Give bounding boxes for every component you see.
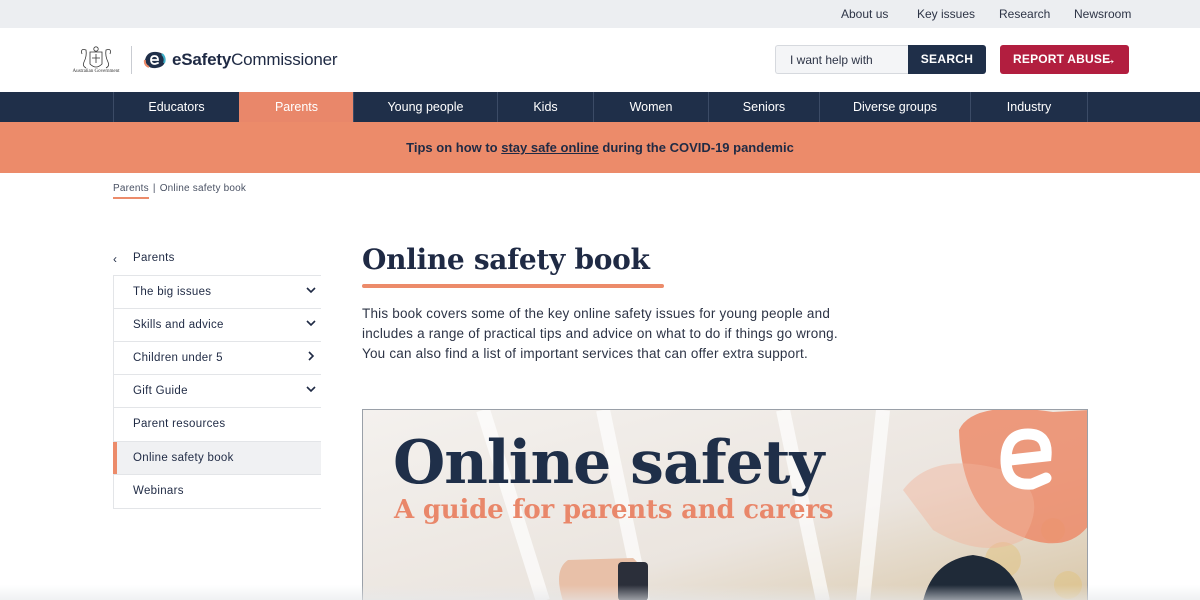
breadcrumb-parents[interactable]: Parents: [113, 183, 149, 199]
side-item-label: Online safety book: [133, 452, 234, 464]
nav-item-parents[interactable]: Parents: [239, 92, 353, 122]
nav-item-seniors[interactable]: Seniors: [708, 92, 819, 122]
side-item-online-safety-book[interactable]: Online safety book: [113, 441, 321, 475]
banner-link[interactable]: stay safe online: [501, 140, 599, 155]
nav-item-industry[interactable]: Industry: [970, 92, 1087, 122]
nav-item-educators[interactable]: Educators: [113, 92, 239, 122]
title-underline: [362, 284, 664, 288]
side-item-children-under-5[interactable]: Children under 5: [113, 341, 321, 374]
search-input[interactable]: I want help with: [775, 45, 909, 74]
page-title: Online safety book: [362, 243, 650, 276]
side-item-label: Children under 5: [133, 352, 223, 364]
main-nav: Educators Parents Young people Kids Wome…: [0, 92, 1200, 122]
nav-item-young-people[interactable]: Young people: [353, 92, 497, 122]
side-menu-back[interactable]: ‹ Parents: [113, 242, 321, 275]
side-menu-divider: [113, 508, 321, 509]
side-item-big-issues[interactable]: The big issues: [113, 275, 321, 308]
nav-divider: [1087, 92, 1088, 122]
chevron-down-icon[interactable]: [305, 317, 317, 329]
report-abuse-button[interactable]: REPORT ABUSE →: [1000, 45, 1129, 74]
side-item-gift-guide[interactable]: Gift Guide: [113, 374, 321, 407]
logo-suffix: Commissioner: [231, 50, 338, 69]
arrow-right-icon: →: [1101, 51, 1117, 68]
nav-item-women[interactable]: Women: [593, 92, 708, 122]
cover-subtitle: A guide for parents and carers: [394, 495, 834, 525]
book-cover-image[interactable]: Online safety A guide for parents and ca…: [362, 409, 1088, 600]
breadcrumb-current: Online safety book: [159, 183, 247, 194]
side-item-label: The big issues: [133, 286, 212, 298]
report-abuse-label: REPORT ABUSE: [1013, 52, 1111, 66]
chevron-left-icon: ‹: [113, 252, 118, 266]
side-item-label: Parent resources: [133, 418, 226, 430]
site-header: Australian Government eSafetyCommissione…: [0, 28, 1200, 92]
utility-link-about[interactable]: About us: [841, 7, 888, 21]
chevron-down-icon[interactable]: [305, 383, 317, 395]
side-item-label: Webinars: [133, 485, 184, 497]
nav-item-diverse-groups[interactable]: Diverse groups: [819, 92, 970, 122]
intro-paragraph: This book covers some of the key online …: [362, 306, 838, 361]
banner-suffix: during the COVID-19 pandemic: [598, 140, 794, 155]
gov-label: Australian Government: [72, 69, 120, 74]
breadcrumb-separator: |: [152, 183, 156, 194]
utility-bar: About us Key issues Research Newsroom: [0, 0, 1200, 28]
esafety-logo-icon[interactable]: [143, 50, 167, 70]
cover-title: Online safety: [393, 428, 824, 498]
side-item-skills-advice[interactable]: Skills and advice: [113, 308, 321, 341]
side-item-label: Gift Guide: [133, 385, 188, 397]
utility-link-key-issues[interactable]: Key issues: [917, 7, 975, 21]
side-item-label: Skills and advice: [133, 319, 224, 331]
chevron-down-icon[interactable]: [305, 284, 317, 296]
chevron-right-icon[interactable]: [305, 350, 317, 362]
breadcrumb: Parents | Online safety book: [113, 183, 247, 199]
utility-link-research[interactable]: Research: [999, 7, 1050, 21]
covid-banner: Tips on how to stay safe online during t…: [0, 122, 1200, 173]
search-button[interactable]: SEARCH: [908, 45, 986, 74]
side-item-webinars[interactable]: Webinars: [113, 474, 321, 507]
esafety-e-icon: [1000, 428, 1052, 490]
logo-divider: [131, 46, 132, 74]
nav-item-kids[interactable]: Kids: [497, 92, 593, 122]
utility-link-newsroom[interactable]: Newsroom: [1074, 7, 1131, 21]
side-item-parent-resources[interactable]: Parent resources: [113, 407, 321, 440]
logo-prefix: eSafety: [172, 50, 232, 69]
banner-prefix: Tips on how to: [406, 140, 502, 155]
site-logo-text[interactable]: eSafetyCommissioner: [172, 50, 338, 70]
side-menu-back-label: Parents: [133, 252, 175, 264]
